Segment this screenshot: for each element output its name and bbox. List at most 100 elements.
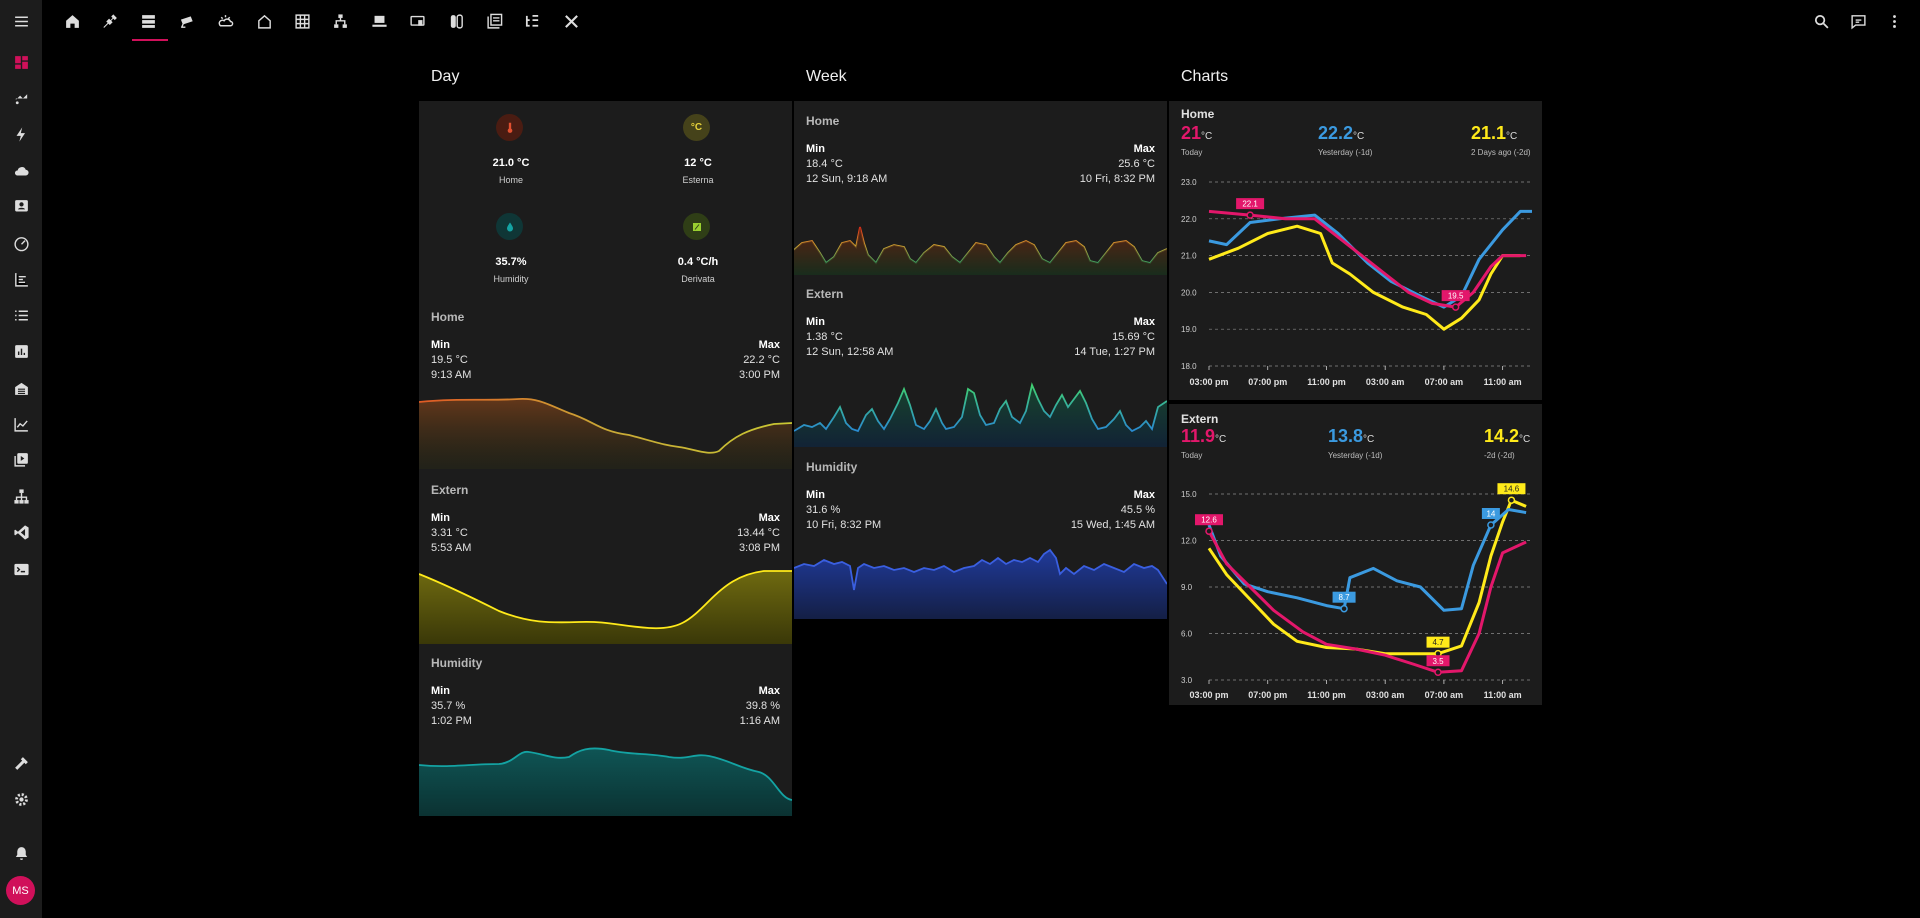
week-extern-label: Extern bbox=[806, 287, 844, 301]
plug-icon[interactable] bbox=[94, 6, 126, 36]
data-point bbox=[1340, 604, 1348, 613]
hammer-icon[interactable] bbox=[0, 748, 42, 778]
menu-icon[interactable] bbox=[0, 6, 42, 36]
weather-icon[interactable] bbox=[209, 6, 241, 36]
x-tick-label: 07:00 pm bbox=[1248, 690, 1287, 700]
house-outline-icon[interactable] bbox=[248, 6, 280, 36]
server-icon[interactable] bbox=[132, 6, 164, 36]
day-home-max: Max 22.2 °C 3:00 PM bbox=[739, 338, 780, 383]
min-value: 18.4 °C bbox=[806, 158, 843, 170]
min-label: Min bbox=[431, 339, 450, 351]
chart-home-plot: 23.0 22.0 21.0 20.0 19.0 18.0 03:00 pm 07:00 pm… bbox=[1181, 178, 1532, 387]
y-tick-label: 15.0 bbox=[1181, 490, 1197, 499]
data-label: 19.5 bbox=[1448, 292, 1464, 301]
min-label: Min bbox=[431, 512, 450, 524]
data-point bbox=[1434, 668, 1442, 676]
day-extern-min: Min 3.31 °C 5:53 AM bbox=[431, 511, 471, 556]
unit: °C bbox=[1506, 131, 1518, 142]
day-home-label: Home bbox=[431, 310, 465, 324]
bar-chart-icon[interactable] bbox=[0, 336, 42, 366]
x-tick-label: 11:00 am bbox=[1484, 377, 1522, 387]
max-time: 3:08 PM bbox=[739, 542, 780, 554]
dashboard-icon[interactable] bbox=[0, 47, 42, 77]
tools-icon[interactable] bbox=[555, 6, 587, 36]
garage-icon[interactable] bbox=[0, 373, 42, 403]
unit: °C bbox=[1353, 131, 1365, 142]
monitor-icon[interactable] bbox=[401, 6, 433, 36]
search-icon[interactable] bbox=[1805, 6, 1837, 36]
x-tick-label: 03:00 am bbox=[1366, 690, 1405, 700]
timeline-icon[interactable] bbox=[0, 264, 42, 294]
list-icon[interactable] bbox=[0, 300, 42, 330]
week-home-max: Max 25.6 °C 10 Fri, 8:32 PM bbox=[1080, 142, 1155, 187]
y-tick-label: 22.0 bbox=[1181, 215, 1197, 224]
gauge-icon[interactable] bbox=[0, 228, 42, 258]
max-value: 39.8 % bbox=[745, 700, 780, 712]
max-time: 1:16 AM bbox=[739, 715, 780, 727]
badge-derivata-value: 0.4 °C/h bbox=[677, 256, 719, 268]
bell-icon[interactable] bbox=[0, 838, 42, 868]
panel-icon[interactable] bbox=[478, 6, 510, 36]
max-label: Max bbox=[758, 685, 780, 697]
x-tick-label: 03:00 pm bbox=[1189, 377, 1228, 387]
value: 22.2 bbox=[1318, 123, 1354, 143]
media-icon[interactable] bbox=[0, 444, 42, 474]
week-card: Home Min 18.4 °C 12 Sun, 9:18 AM Max 25.6 °… bbox=[794, 101, 1167, 619]
vscode-icon[interactable] bbox=[0, 517, 42, 547]
badge-derivata-name: Derivata bbox=[681, 274, 715, 284]
min-label: Min bbox=[806, 143, 825, 155]
x-tick-label: 11:00 pm bbox=[1307, 690, 1346, 700]
network-icon[interactable] bbox=[0, 481, 42, 511]
home-icon[interactable] bbox=[56, 6, 88, 36]
line-chart-icon[interactable] bbox=[0, 409, 42, 439]
y-tick-label: 20.0 bbox=[1181, 288, 1197, 297]
charts-title: Charts bbox=[1181, 68, 1229, 85]
badge-humidity-value: 35.7% bbox=[495, 256, 527, 268]
x-tick-label: 07:00 pm bbox=[1248, 377, 1287, 387]
tree-icon[interactable] bbox=[516, 6, 548, 36]
week-extern-graph bbox=[794, 382, 1167, 447]
min-time: 12 Sun, 9:18 AM bbox=[806, 173, 888, 185]
min-value: 3.31 °C bbox=[431, 527, 468, 539]
series-line bbox=[1208, 224, 1521, 331]
data-point bbox=[1487, 521, 1495, 529]
day-extern-label: Extern bbox=[431, 483, 469, 497]
energy-icon[interactable] bbox=[0, 83, 42, 113]
lightning-icon[interactable] bbox=[0, 119, 42, 149]
switch-icon[interactable] bbox=[440, 6, 472, 36]
min-time: 12 Sun, 12:58 AM bbox=[806, 346, 894, 358]
max-time: 10 Fri, 8:32 PM bbox=[1079, 173, 1155, 185]
data-label: 4.7 bbox=[1432, 638, 1444, 647]
terminal-icon[interactable] bbox=[0, 554, 42, 584]
settings-icon[interactable] bbox=[0, 784, 42, 814]
data-point bbox=[1205, 527, 1213, 535]
chart-home-label: Home bbox=[1181, 107, 1215, 121]
unit: °C bbox=[1215, 434, 1227, 445]
contact-icon[interactable] bbox=[0, 191, 42, 221]
max-value: 13.44 °C bbox=[737, 527, 780, 539]
grid-icon[interactable] bbox=[286, 6, 318, 36]
min-value: 1.38 °C bbox=[806, 331, 843, 343]
water-drop-icon bbox=[496, 213, 523, 240]
badge-humidity-name: Humidity bbox=[493, 274, 529, 284]
assist-icon[interactable] bbox=[1842, 6, 1874, 36]
y-tick-label: 18.0 bbox=[1181, 362, 1197, 371]
min-time: 5:53 AM bbox=[431, 542, 472, 554]
cloud-icon[interactable] bbox=[0, 155, 42, 185]
y-tick-label: 3.0 bbox=[1181, 676, 1193, 685]
laptop-icon[interactable] bbox=[363, 6, 395, 36]
value: 21.1 bbox=[1471, 123, 1507, 143]
max-value: 45.5 % bbox=[1120, 504, 1155, 516]
avatar[interactable]: MS bbox=[6, 876, 35, 905]
day-title: Day bbox=[431, 68, 460, 85]
home-yesterday-label: Yesterday (-1d) bbox=[1318, 148, 1373, 157]
max-label: Max bbox=[1133, 316, 1155, 328]
max-value: 25.6 °C bbox=[1118, 158, 1155, 170]
camera-icon[interactable] bbox=[171, 6, 203, 36]
hierarchy-icon[interactable] bbox=[324, 6, 356, 36]
unit: °C bbox=[1201, 131, 1213, 142]
chart-extern-label: Extern bbox=[1181, 412, 1219, 426]
more-icon[interactable] bbox=[1878, 6, 1910, 36]
x-tick-label: 03:00 am bbox=[1366, 377, 1405, 387]
min-label: Min bbox=[806, 489, 825, 501]
